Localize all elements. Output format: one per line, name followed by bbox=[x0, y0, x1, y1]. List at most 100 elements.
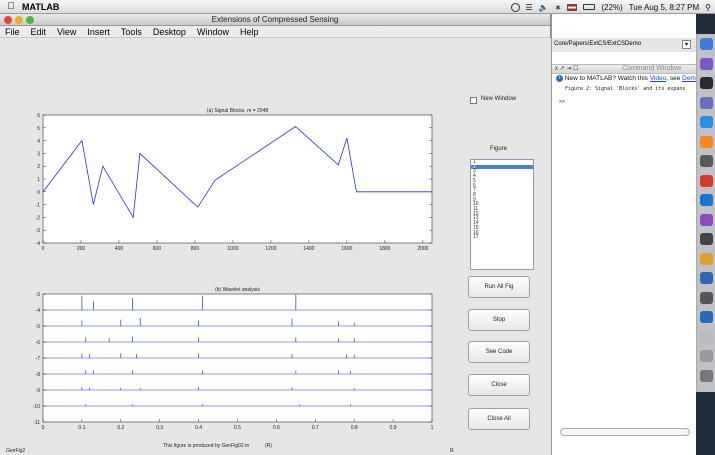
status-area: ☰ 🔈 ∗ (22%) Tue Aug 5, 8:27 PM ⚲ bbox=[510, 0, 711, 14]
y-tick-label: 0 bbox=[37, 190, 40, 196]
menu-insert[interactable]: Insert bbox=[87, 26, 110, 37]
dock-app-icon[interactable] bbox=[700, 135, 713, 148]
y-tick-label: 3 bbox=[37, 151, 40, 157]
footer-r-label: R bbox=[450, 448, 454, 454]
time-machine-icon[interactable] bbox=[510, 2, 520, 12]
new-window-label: New Window bbox=[481, 96, 517, 102]
close-all-button[interactable]: Close All bbox=[468, 408, 530, 430]
spotlight-icon[interactable]: ⚲ bbox=[705, 3, 711, 12]
dock-app-icon[interactable] bbox=[700, 96, 713, 109]
dock bbox=[696, 34, 715, 392]
footer-r-tag: (R) bbox=[265, 443, 272, 449]
y-tick-label: 2 bbox=[37, 164, 40, 170]
close-button[interactable]: Close bbox=[468, 374, 530, 396]
x-tick-label: 0.4 bbox=[195, 425, 202, 431]
macos-menubar:  MATLAB ☰ 🔈 ∗ (22%) Tue Aug 5, 8:27 PM … bbox=[0, 0, 715, 14]
figure-window: Extensions of Compressed Sensing File Edi… bbox=[0, 14, 551, 455]
zoom-window-icon[interactable] bbox=[26, 16, 34, 24]
dock-app-icon[interactable] bbox=[700, 311, 713, 323]
see-code-button[interactable]: See Code bbox=[468, 341, 530, 363]
demos-link[interactable]: Dem bbox=[682, 75, 696, 82]
menu-help[interactable]: Help bbox=[240, 26, 259, 37]
command-output: Figure 2: Signal 'Blocks' and its expans bbox=[565, 86, 686, 92]
figure-title: Extensions of Compressed Sensing bbox=[211, 15, 339, 24]
menu-tools[interactable]: Tools bbox=[121, 26, 142, 37]
command-window-controls[interactable]: x ↗ ⇥ ☐ bbox=[555, 65, 578, 72]
x-tick-label: 1000 bbox=[227, 246, 238, 252]
x-tick-label: 800 bbox=[191, 246, 200, 252]
footer-genfig-label: GenFig2 bbox=[6, 448, 26, 454]
bluetooth-icon[interactable]: ∗ bbox=[555, 3, 562, 12]
app-menu[interactable]: MATLAB bbox=[22, 2, 59, 12]
x-tick-label: 0.6 bbox=[273, 425, 280, 431]
x-tick-label: 0.5 bbox=[234, 425, 241, 431]
dock-app-icon[interactable] bbox=[700, 194, 713, 206]
x-tick-label: 0 bbox=[42, 246, 45, 252]
y-tick-label: -4 bbox=[36, 241, 41, 247]
window-controls bbox=[4, 16, 34, 24]
y-tick-label: -4 bbox=[36, 308, 41, 314]
dock-app-icon[interactable] bbox=[700, 38, 713, 50]
battery-icon[interactable] bbox=[583, 4, 596, 10]
plot-title: (a) Signal Blocks, m = 2048 bbox=[207, 108, 268, 114]
run-all-fig-button[interactable]: Run All Fig bbox=[468, 276, 530, 298]
y-tick-label: -8 bbox=[36, 372, 41, 378]
folder-dropdown-icon[interactable]: ▾ bbox=[682, 40, 691, 49]
x-tick-label: 200 bbox=[77, 246, 86, 252]
command-window-header: x ↗ ⇥ ☐ Command Window bbox=[552, 64, 697, 74]
apple-icon[interactable]:  bbox=[0, 1, 22, 12]
y-tick-label: 4 bbox=[37, 139, 40, 145]
menu-desktop[interactable]: Desktop bbox=[153, 26, 186, 37]
dock-app-icon[interactable] bbox=[700, 272, 713, 284]
dock-app-icon[interactable] bbox=[700, 330, 713, 343]
x-tick-label: 0.2 bbox=[117, 425, 124, 431]
figure-titlebar[interactable]: Extensions of Compressed Sensing bbox=[0, 14, 550, 26]
command-prompt[interactable]: >> bbox=[559, 99, 565, 105]
wifi-icon[interactable]: ☰ bbox=[526, 3, 533, 12]
dock-app-icon[interactable] bbox=[700, 369, 713, 382]
close-window-icon[interactable] bbox=[4, 16, 12, 24]
figure-list-item[interactable]: 17 bbox=[471, 235, 533, 240]
y-tick-label: -10 bbox=[33, 404, 40, 410]
dock-app-icon[interactable] bbox=[700, 350, 713, 362]
x-tick-label: 0 bbox=[42, 425, 45, 431]
dock-app-icon[interactable] bbox=[700, 57, 713, 70]
menu-edit[interactable]: Edit bbox=[31, 26, 47, 37]
menu-view[interactable]: View bbox=[57, 26, 76, 37]
dock-app-icon[interactable] bbox=[700, 252, 713, 265]
current-folder-path[interactable]: Core/Papers/ExtCS/ExtCSDemo bbox=[554, 41, 641, 47]
plot-title: (b) Wavelet analysis bbox=[215, 287, 260, 293]
x-tick-label: 0.7 bbox=[312, 425, 319, 431]
y-tick-label: -2 bbox=[36, 215, 41, 221]
dock-app-icon[interactable] bbox=[700, 291, 713, 304]
stop-button[interactable]: Stop bbox=[468, 309, 530, 331]
dock-app-icon[interactable] bbox=[700, 77, 713, 89]
new-window-checkbox[interactable] bbox=[470, 97, 477, 104]
y-tick-label: 5 bbox=[37, 126, 40, 132]
y-tick-label: -11 bbox=[33, 420, 40, 426]
dock-app-icon[interactable] bbox=[700, 155, 713, 167]
video-link[interactable]: Video bbox=[650, 75, 667, 82]
info-line: i New to MATLAB? Watch this Video, see D… bbox=[556, 75, 696, 82]
y-tick-label: -1 bbox=[36, 203, 41, 209]
dock-app-icon[interactable] bbox=[700, 213, 713, 226]
figure-listbox[interactable]: 1 2 3 4 5 6 7 8 9 10 11 12 13 14 15 16 17 bbox=[470, 159, 534, 270]
menu-file[interactable]: File bbox=[5, 26, 20, 37]
y-tick-label: 1 bbox=[37, 177, 40, 183]
clock[interactable]: Tue Aug 5, 8:27 PM bbox=[629, 3, 699, 12]
menu-window[interactable]: Window bbox=[197, 26, 229, 37]
x-tick-label: 1200 bbox=[265, 246, 276, 252]
y-tick-label: -3 bbox=[36, 292, 41, 298]
input-flag-icon[interactable] bbox=[567, 3, 578, 11]
x-tick-label: 0.1 bbox=[78, 425, 85, 431]
dock-app-icon[interactable] bbox=[700, 233, 713, 245]
horizontal-scrollbar[interactable] bbox=[560, 428, 690, 436]
current-folder-bar: Core/Papers/ExtCS/ExtCSDemo ▾ bbox=[552, 38, 697, 52]
dock-app-icon[interactable] bbox=[700, 116, 713, 128]
volume-icon[interactable]: 🔈 bbox=[539, 3, 549, 12]
x-tick-label: 1800 bbox=[379, 246, 390, 252]
dock-app-icon[interactable] bbox=[700, 174, 713, 187]
x-tick-label: 0.8 bbox=[351, 425, 358, 431]
x-tick-label: 0.3 bbox=[156, 425, 163, 431]
minimize-window-icon[interactable] bbox=[15, 16, 23, 24]
